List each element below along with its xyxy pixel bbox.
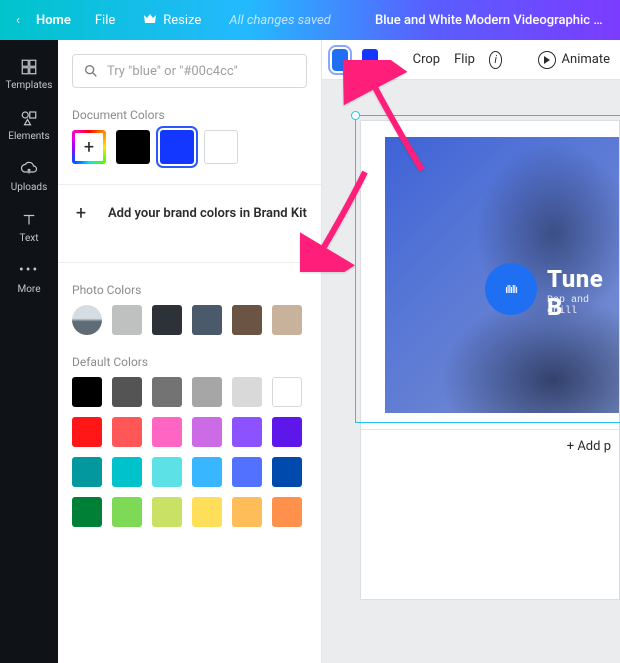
photo-colors-row — [72, 305, 307, 335]
top-bar: ‹ Home File Resize All changes saved Blu… — [0, 0, 620, 40]
add-brand-colors-label: Add your brand colors in Brand Kit — [108, 206, 307, 221]
default-color-swatch[interactable] — [192, 417, 222, 447]
add-brand-colors[interactable]: + Add your brand colors in Brand Kit — [72, 185, 307, 242]
color-search[interactable] — [72, 54, 307, 88]
nav-elements[interactable]: Elements — [0, 99, 58, 150]
left-nav: Templates Elements Uploads Text ••• More — [0, 40, 58, 663]
canvas[interactable]: ıllıllı Tune B Pop and chill + Add p — [360, 120, 620, 600]
doc-color-swatch[interactable] — [204, 130, 238, 164]
canvas-area: Crop Flip i Animate ıllıllı Tune B Pop a… — [322, 40, 620, 663]
default-color-swatch[interactable] — [112, 457, 142, 487]
doc-color-swatch[interactable] — [116, 130, 150, 164]
default-color-swatch[interactable] — [232, 497, 262, 527]
templates-icon — [19, 58, 39, 76]
flip-button[interactable]: Flip — [454, 52, 475, 67]
nav-uploads[interactable]: Uploads — [0, 150, 58, 201]
default-colors-grid — [72, 377, 307, 527]
default-color-swatch[interactable] — [152, 377, 182, 407]
selection-handle[interactable] — [351, 111, 360, 120]
photo-color-swatch[interactable] — [152, 305, 182, 335]
default-color-swatch[interactable] — [152, 417, 182, 447]
info-icon[interactable]: i — [489, 51, 502, 69]
play-icon — [538, 51, 556, 69]
default-color-swatch[interactable] — [232, 457, 262, 487]
default-color-swatch[interactable] — [272, 417, 302, 447]
subtitle-text[interactable]: Pop and chill — [547, 295, 619, 317]
nav-text[interactable]: Text — [0, 201, 58, 252]
panel-divider-2 — [58, 262, 321, 263]
add-page-button[interactable]: + Add p — [361, 429, 619, 463]
photo-color-swatch[interactable] — [192, 305, 222, 335]
default-color-swatch[interactable] — [112, 377, 142, 407]
save-status: All changes saved — [215, 13, 344, 28]
default-color-swatch[interactable] — [72, 417, 102, 447]
photo-colors-label: Photo Colors — [72, 283, 307, 297]
default-color-swatch[interactable] — [192, 377, 222, 407]
default-color-swatch[interactable] — [272, 497, 302, 527]
document-colors-label: Document Colors — [72, 108, 307, 122]
nav-templates[interactable]: Templates — [0, 48, 58, 99]
more-icon: ••• — [19, 262, 39, 280]
waveform-icon: ıllıllı — [505, 283, 517, 296]
context-toolbar: Crop Flip i Animate — [322, 40, 620, 80]
color-panel: Document Colors + + Add your brand color… — [58, 40, 322, 663]
default-color-swatch[interactable] — [112, 497, 142, 527]
file-menu[interactable]: File — [81, 13, 129, 28]
photo-color-swatch[interactable] — [232, 305, 262, 335]
color-search-input[interactable] — [107, 64, 296, 79]
default-color-swatch[interactable] — [72, 457, 102, 487]
crown-icon — [143, 12, 157, 28]
default-color-swatch[interactable] — [232, 377, 262, 407]
plus-icon: + — [72, 203, 90, 224]
color-swatch-1[interactable] — [332, 49, 348, 71]
photo-thumbnail[interactable] — [72, 305, 102, 335]
nav-templates-label: Templates — [6, 80, 53, 91]
crop-button[interactable]: Crop — [413, 52, 440, 67]
hero-photo[interactable]: ıllıllı Tune B Pop and chill — [385, 137, 619, 413]
audio-badge: ıllıllı — [485, 263, 537, 315]
uploads-icon — [19, 160, 39, 178]
home-link[interactable]: Home — [26, 13, 81, 28]
default-color-swatch[interactable] — [272, 377, 302, 407]
default-colors-label: Default Colors — [72, 355, 307, 369]
default-color-swatch[interactable] — [72, 497, 102, 527]
nav-more[interactable]: ••• More — [0, 252, 58, 303]
default-color-swatch[interactable] — [272, 457, 302, 487]
doc-color-swatch[interactable] — [160, 130, 194, 164]
page-frame[interactable]: ıllıllı Tune B Pop and chill + Add p — [360, 120, 620, 600]
nav-more-label: More — [17, 284, 40, 295]
default-color-swatch[interactable] — [152, 457, 182, 487]
animate-button[interactable]: Animate — [538, 51, 610, 69]
default-color-swatch[interactable] — [192, 497, 222, 527]
nav-text-label: Text — [19, 233, 38, 244]
default-color-swatch[interactable] — [72, 377, 102, 407]
resize-menu[interactable]: Resize — [129, 12, 215, 28]
nav-elements-label: Elements — [8, 131, 49, 142]
animate-label: Animate — [562, 52, 610, 67]
add-color-button[interactable]: + — [72, 130, 106, 164]
photo-color-swatch[interactable] — [112, 305, 142, 335]
color-swatch-2[interactable] — [362, 49, 378, 71]
elements-icon — [19, 109, 39, 127]
default-color-swatch[interactable] — [232, 417, 262, 447]
document-colors-row: + — [72, 130, 307, 164]
default-color-swatch[interactable] — [112, 417, 142, 447]
text-icon — [19, 211, 39, 229]
search-icon — [83, 63, 99, 79]
resize-label: Resize — [163, 13, 201, 28]
photo-color-swatch[interactable] — [272, 305, 302, 335]
default-color-swatch[interactable] — [152, 497, 182, 527]
document-title[interactable]: Blue and White Modern Videographic Musi.… — [375, 13, 610, 28]
nav-uploads-label: Uploads — [11, 182, 47, 193]
back-chevron-icon[interactable]: ‹ — [10, 13, 26, 28]
default-color-swatch[interactable] — [192, 457, 222, 487]
